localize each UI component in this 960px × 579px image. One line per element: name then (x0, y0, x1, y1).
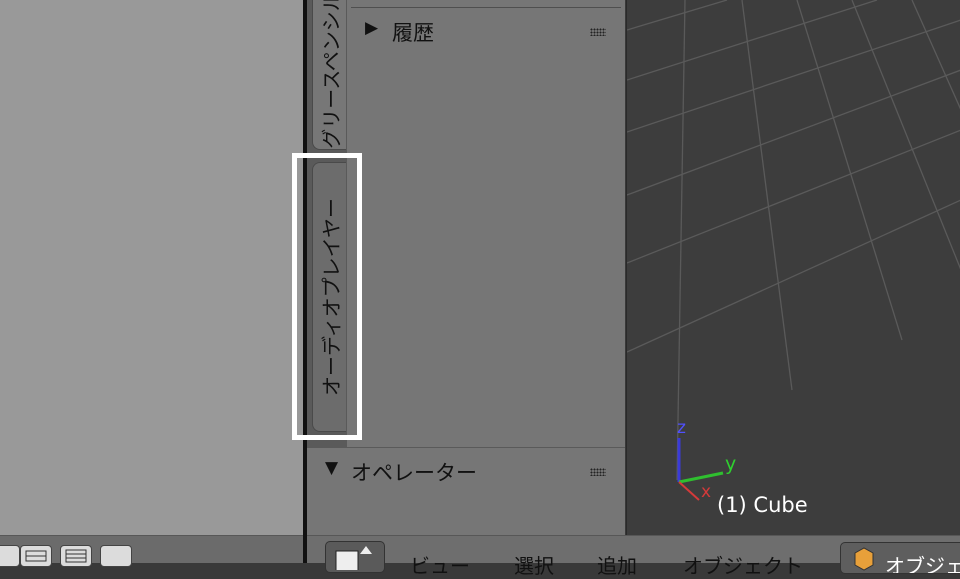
mode-selector[interactable]: オブジェクトモード (840, 542, 960, 574)
menu-select[interactable]: 選択 (514, 550, 554, 579)
editor-type-button[interactable] (325, 541, 385, 574)
list-layout-icon[interactable] (60, 545, 92, 567)
object-mode-icon (854, 547, 874, 571)
drag-grip-icon[interactable] (590, 468, 606, 476)
operator-panel: ▼ オペレーター (307, 447, 625, 535)
history-panel-title: 履歴 (392, 21, 434, 45)
tool-shelf-panel: ▶ 履歴 (347, 0, 625, 447)
history-panel-header[interactable]: ▶ 履歴 (347, 16, 625, 46)
mode-selector-label: オブジェクトモード (885, 554, 960, 574)
drag-grip-icon[interactable] (590, 28, 606, 36)
expand-arrow-icon: ▶ (365, 18, 379, 38)
channel-icon[interactable] (100, 545, 132, 567)
menu-add[interactable]: 追加 (597, 550, 637, 579)
x-axis-line (678, 481, 700, 501)
active-object-label: (1) Cube (717, 493, 808, 517)
collapse-arrow-icon: ▼ (325, 458, 339, 478)
z-axis-label: z (677, 418, 686, 438)
viewport-header: ビュー 選択 追加 オブジェクト オブジェクトモード (307, 535, 960, 578)
tab-grease-pencil[interactable]: グリースペンシル (312, 0, 346, 150)
menu-view[interactable]: ビュー (410, 550, 470, 579)
3d-viewport[interactable]: z y x (1) Cube (626, 0, 960, 535)
operator-panel-title: オペレーター (351, 461, 477, 485)
x-axis-label: x (701, 482, 712, 502)
cube-icon (335, 546, 372, 574)
left-editor-area (0, 0, 303, 535)
left-editor-header (0, 535, 303, 567)
y-axis-label: y (725, 453, 737, 475)
operator-panel-header[interactable]: ▼ オペレーター (307, 456, 625, 486)
y-axis-line (678, 471, 724, 484)
grid-layout-icon[interactable] (20, 545, 52, 567)
highlight-box (292, 153, 362, 440)
menu-object[interactable]: オブジェクト (683, 550, 803, 579)
tab-grease-pencil-label: グリースペンシル (319, 0, 343, 149)
editor-type-button[interactable] (0, 545, 20, 567)
panel-separator (351, 7, 621, 8)
